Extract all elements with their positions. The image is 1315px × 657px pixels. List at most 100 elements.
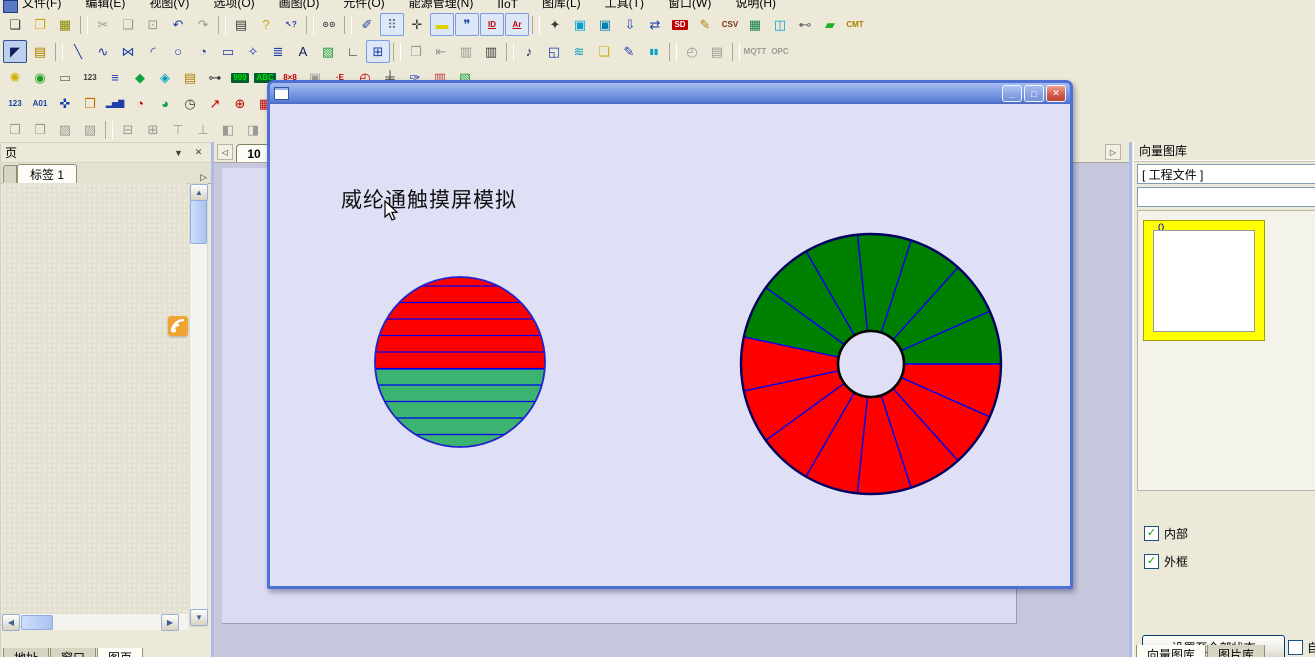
freehand-tool-icon[interactable]: ∿ xyxy=(91,40,115,63)
page-tab-prev-icon[interactable]: ◁ xyxy=(217,144,233,160)
multi-state-switch-icon[interactable]: ≡ xyxy=(103,66,127,89)
csv-export-icon[interactable]: CSV xyxy=(718,13,742,36)
corner-tool-icon[interactable]: ∟ xyxy=(341,40,365,63)
shape-select[interactable] xyxy=(1137,187,1315,207)
function-key-icon[interactable]: ◈ xyxy=(153,66,177,89)
print-icon[interactable]: ▤ xyxy=(229,13,253,36)
numeric-input-icon[interactable]: 123 xyxy=(3,92,27,115)
key-icon[interactable]: ⊶ xyxy=(203,66,227,89)
grid-view-icon[interactable]: ⊞ xyxy=(366,40,390,63)
menu-item-6[interactable]: 元件(O) xyxy=(343,0,384,11)
inner-checkbox[interactable]: ✓ xyxy=(1144,526,1159,541)
save-file-icon[interactable]: ▦ xyxy=(53,13,77,36)
menu-item-4[interactable]: 选项(O) xyxy=(213,0,254,11)
left-tab-3[interactable]: 图页 xyxy=(97,648,143,657)
library-tab-2[interactable]: 图片库 xyxy=(1207,645,1265,657)
snap-icon[interactable]: ✛ xyxy=(405,13,429,36)
edit-data-icon[interactable]: ✎ xyxy=(693,13,717,36)
option-frame[interactable]: ✓ 外框 xyxy=(1144,553,1188,570)
line-tool-icon[interactable]: ╲ xyxy=(66,40,90,63)
target-icon[interactable]: ⊕ xyxy=(228,92,252,115)
set-word-icon[interactable]: 123 xyxy=(78,66,102,89)
offline-simulation-icon[interactable]: ▣ xyxy=(593,13,617,36)
option-inner[interactable]: ✓ 内部 xyxy=(1144,525,1188,542)
bit-lamp-icon[interactable]: ✺ xyxy=(3,66,27,89)
select-tool-icon[interactable]: ◤ xyxy=(3,40,27,63)
undo-icon[interactable]: ↶ xyxy=(166,13,190,36)
menu-item-2[interactable]: 编辑(E) xyxy=(85,0,125,11)
open-file-icon[interactable]: ❐ xyxy=(28,13,52,36)
new-file-icon[interactable]: ❏ xyxy=(3,13,27,36)
compile-icon[interactable]: ✦ xyxy=(543,13,567,36)
panel-tab-partial[interactable] xyxy=(3,165,17,183)
panel-tab-label1[interactable]: 标签 1 xyxy=(17,164,77,183)
sound-library-icon[interactable]: ♪ xyxy=(517,40,541,63)
numeric-display-icon[interactable]: 999 xyxy=(228,66,252,89)
pie-tool-icon[interactable]: ◔ xyxy=(191,40,215,63)
auto-checkbox[interactable]: ✓ xyxy=(1288,640,1303,655)
help-icon[interactable]: ? xyxy=(254,13,278,36)
menu-item-12[interactable]: 说明(H) xyxy=(735,0,776,11)
context-help-icon[interactable]: ↖? xyxy=(279,13,303,36)
scroll-up-icon[interactable]: ▲ xyxy=(190,184,208,201)
scale-tool-icon[interactable]: ≣ xyxy=(266,40,290,63)
close-button[interactable]: ✕ xyxy=(1046,85,1066,102)
toggle-switch-icon[interactable]: ▤ xyxy=(178,66,202,89)
rectangle-tool-icon[interactable]: ▭ xyxy=(216,40,240,63)
scroll-right-icon[interactable]: ▶ xyxy=(161,614,179,631)
panel-tab-next-icon[interactable]: ▷ xyxy=(200,172,207,183)
scroll-left-icon[interactable]: ◀ xyxy=(2,614,20,631)
grid-toggle-icon[interactable]: ⠿ xyxy=(380,13,404,36)
word-lamp-icon[interactable]: ◉ xyxy=(28,66,52,89)
bar-graph-icon[interactable]: ▂▅▇ xyxy=(103,92,127,115)
trend-display-icon[interactable]: ↗ xyxy=(203,92,227,115)
pie-display-icon[interactable]: ◕ xyxy=(153,92,177,115)
menu-item-3[interactable]: 视图(V) xyxy=(149,0,189,11)
right-splitter[interactable] xyxy=(1129,142,1132,657)
menu-item-7[interactable]: 能源管理(N) xyxy=(409,0,474,11)
vertical-scroll-thumb[interactable] xyxy=(190,200,207,244)
page-tab-next-icon[interactable]: ▷ xyxy=(1105,144,1121,160)
menu-item-5[interactable]: 画图(D) xyxy=(279,0,320,11)
window-fill-icon[interactable]: ▬ xyxy=(430,13,454,36)
picture-tool-icon[interactable]: ▧ xyxy=(316,40,340,63)
usb-icon[interactable]: ⊷ xyxy=(793,13,817,36)
meter-display-icon[interactable]: ◔ xyxy=(128,92,152,115)
clock-icon[interactable]: ◷ xyxy=(178,92,202,115)
panel-close-button[interactable]: ✕ xyxy=(190,145,207,161)
pen-icon[interactable]: ✐ xyxy=(355,13,379,36)
sd-card-icon[interactable]: SD xyxy=(668,13,692,36)
download-icon[interactable]: ⇩ xyxy=(618,13,642,36)
connector-tool-icon[interactable]: ⋈ xyxy=(116,40,140,63)
horizontal-scroll-thumb[interactable] xyxy=(21,615,53,630)
feed-icon[interactable] xyxy=(168,316,188,336)
arc-tool-icon[interactable]: ◜ xyxy=(141,40,165,63)
panel-menu-button[interactable]: ▼ xyxy=(170,145,187,161)
sequence-icon[interactable]: ❒ xyxy=(78,92,102,115)
left-tab-2[interactable]: 窗口 xyxy=(50,648,96,657)
library-select[interactable]: [ 工程文件 ] xyxy=(1137,164,1315,184)
ascii-input-icon[interactable]: A01 xyxy=(28,92,52,115)
preview-icon[interactable]: ◫ xyxy=(768,13,792,36)
rebuild-download-icon[interactable]: ⇄ xyxy=(643,13,667,36)
find-icon[interactable]: ⊙⊙ xyxy=(317,13,341,36)
hmi-graphics[interactable] xyxy=(270,104,1070,586)
menu-item-9[interactable]: 图库(L) xyxy=(542,0,581,11)
menu-item-1[interactable]: 文件(F) xyxy=(22,0,61,11)
string-table-icon[interactable]: ✎ xyxy=(617,40,641,63)
menu-item-10[interactable]: 工具(T) xyxy=(605,0,644,11)
horizontal-scrollbar[interactable]: ◀ ▶ xyxy=(2,614,188,630)
online-simulation-icon[interactable]: ▣ xyxy=(568,13,592,36)
cabinet-icon[interactable]: ▥ xyxy=(479,40,503,63)
set-bit-icon[interactable]: ▭ xyxy=(53,66,77,89)
scroll-down-icon[interactable]: ▼ xyxy=(190,609,208,626)
id-toggle-icon[interactable]: ID xyxy=(480,13,504,36)
pass-through-icon[interactable]: ▰ xyxy=(818,13,842,36)
polygon-tool-icon[interactable]: ✧ xyxy=(241,40,265,63)
circle-tool-icon[interactable]: ○ xyxy=(166,40,190,63)
menu-item-8[interactable]: IIoT xyxy=(497,0,518,11)
menu-item-11[interactable]: 窗口(W) xyxy=(668,0,711,11)
tag-library-icon[interactable]: ≋ xyxy=(567,40,591,63)
simulation-titlebar[interactable]: _ □ ✕ xyxy=(270,83,1070,104)
text-tool-icon[interactable]: A xyxy=(291,40,315,63)
